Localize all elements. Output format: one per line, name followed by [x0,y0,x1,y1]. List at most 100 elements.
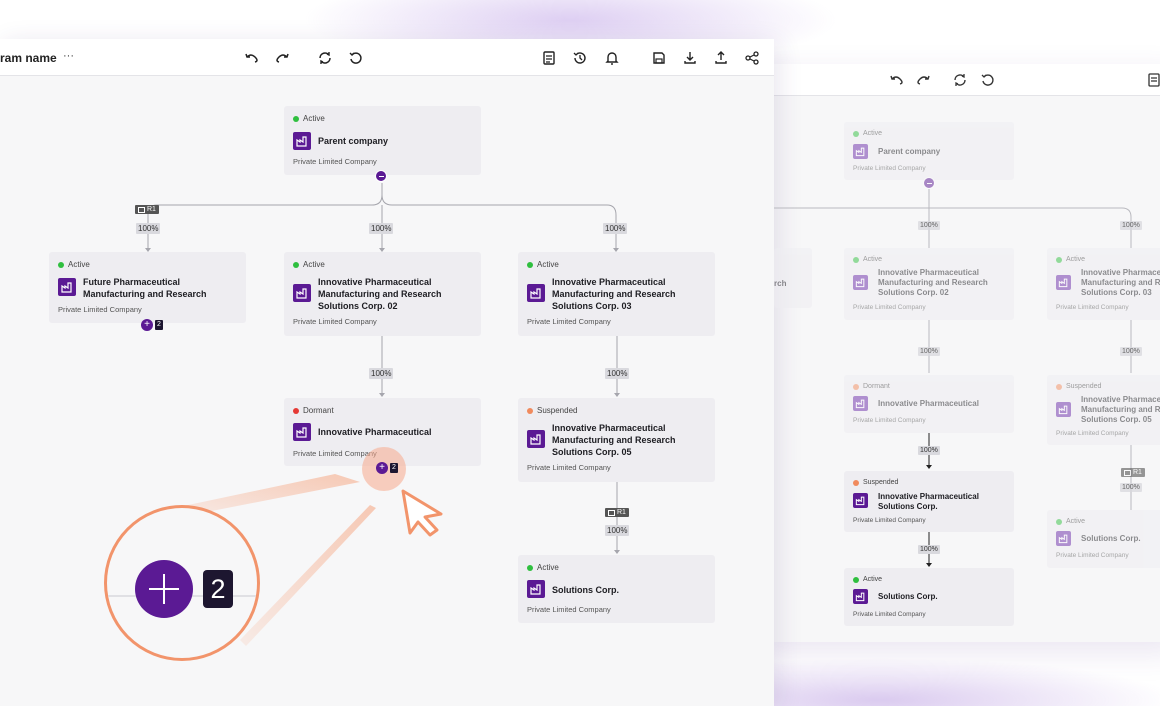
status-label: Suspended [1066,383,1102,390]
ownership-percent[interactable]: 100% [918,446,940,455]
zoom-magnifier: 2 [104,505,260,661]
node-name: Solutions Corp. [1081,534,1141,543]
node-name: Future Pharmaceutical Manufacturing and … [83,277,207,299]
company-icon [58,278,76,296]
ownership-percent[interactable]: 100% [603,223,628,234]
node-dormant-bg[interactable]: Dormant Innovative Pharmaceutical Privat… [844,375,1014,433]
company-icon [853,396,868,411]
status-label: Active [863,130,883,137]
node-future-pharmaceutical[interactable]: Active Future Pharmaceutical Manufacturi… [49,252,246,323]
magnified-children-count: 2 [203,570,233,608]
bell-icon[interactable] [604,50,620,66]
node-name: Innovative Pharmaceutical Manufacturing … [1081,395,1160,424]
ownership-percent[interactable]: 100% [918,347,940,356]
more-options-button[interactable]: ··· [63,50,74,62]
node-name: Innovative Pharmaceutical Manufacturing … [878,268,988,297]
node-name: Innovative Pharmaceutical Manufacturing … [552,423,676,457]
node-name: Parent company [878,147,941,156]
ownership-percent[interactable]: 100% [369,368,394,379]
node-type: Private Limited Company [853,165,926,172]
reset-icon[interactable] [980,72,996,88]
node-parent-company-bg[interactable]: Active Parent company Private Limited Co… [844,122,1014,180]
status-label: Active [863,256,883,263]
company-icon [1056,275,1071,290]
node-type: Private Limited Company [853,417,926,424]
undo-icon[interactable] [243,50,259,66]
node-type: Private Limited Company [1056,304,1129,311]
node-name: Innovative Pharmaceutical [878,399,979,408]
ownership-percent[interactable]: 100% [1120,347,1142,356]
node-type: Private Limited Company [527,317,611,326]
download-icon[interactable] [682,50,698,66]
node-corp-02[interactable]: Active Innovative Pharmaceutical Manufac… [284,252,481,336]
node-type: Private Limited Company [58,305,142,314]
node-solutions-bg[interactable]: Active Solutions Corp. Private Limited C… [844,568,1014,626]
relation-tag[interactable]: R1 [1121,468,1145,477]
ownership-percent[interactable]: 100% [136,223,161,234]
node-corp-03-bg[interactable]: Active Innovative Pharmaceutical Manufac… [1047,248,1160,320]
status-label: Active [1066,518,1086,525]
relation-icon [608,509,615,516]
save-icon[interactable] [651,50,667,66]
ownership-percent[interactable]: 100% [605,525,630,536]
company-icon [527,430,545,448]
node-parent-company[interactable]: Active Parent company Private Limited Co… [284,106,481,175]
redo-icon[interactable] [275,50,291,66]
node-corp-05-bg[interactable]: Suspended Innovative Pharmaceutical Manu… [1047,375,1160,445]
relation-tag[interactable]: R1 [135,205,159,214]
node-type: Private Limited Company [1056,430,1129,437]
node-status: Active [527,260,559,269]
relation-tag[interactable]: R1 [605,508,629,517]
node-name-partial: rch [774,279,787,288]
ownership-percent[interactable]: 100% [1120,221,1142,230]
collapse-button[interactable] [923,177,935,189]
status-label: Active [1066,256,1086,263]
status-dot-icon [527,564,533,571]
node-type: Private Limited Company [853,304,926,311]
status-label: Active [537,563,559,572]
node-status: Active [527,563,559,572]
diagram-title[interactable]: ram name [0,51,57,65]
node-suspended-solutions-bg[interactable]: Suspended Innovative Pharmaceutical Solu… [844,471,1014,532]
node-status: Active [293,114,325,123]
node-status: Active [1056,518,1085,525]
status-label: Dormant [863,383,890,390]
node-status: Dormant [293,406,334,415]
ownership-percent[interactable]: 100% [1120,483,1142,492]
node-status: Active [853,130,882,137]
ownership-percent[interactable]: 100% [369,223,394,234]
history-icon[interactable] [572,50,588,66]
company-icon [527,284,545,302]
status-dot-icon [58,261,64,268]
reset-icon[interactable] [348,50,364,66]
node-corp-05[interactable]: Suspended Innovative Pharmaceutical Manu… [518,398,715,482]
node-solutions-bg-right[interactable]: Active Solutions Corp. Private Limited C… [1047,510,1160,568]
node-solutions-corp[interactable]: Active Solutions Corp. Private Limited C… [518,555,715,623]
node-name: Innovative Pharmaceutical Manufacturing … [552,277,676,311]
node-name: Solutions Corp. [878,592,938,601]
refresh-icon[interactable] [317,50,333,66]
company-icon [293,423,311,441]
status-dot-icon [293,261,299,268]
node-corp-03[interactable]: Active Innovative Pharmaceutical Manufac… [518,252,715,336]
share-icon[interactable] [744,50,760,66]
node-corp-02-bg[interactable]: Active Innovative Pharmaceutical Manufac… [844,248,1014,320]
node-name: Parent company [318,136,389,146]
undo-icon[interactable] [888,72,904,88]
node-partial-bg[interactable]: rch [774,248,812,308]
status-dot-icon [293,407,299,414]
redo-icon[interactable] [916,72,932,88]
refresh-icon[interactable] [952,72,968,88]
expand-children-button[interactable]: + 2 [141,319,163,331]
collapse-button[interactable] [375,170,387,182]
notes-icon[interactable] [541,50,557,66]
node-type: Private Limited Company [293,317,377,326]
ownership-percent[interactable]: 100% [918,545,940,554]
relation-icon [138,206,145,213]
ownership-percent[interactable]: 100% [918,221,940,230]
notes-icon[interactable] [1146,72,1160,88]
upload-icon[interactable] [713,50,729,66]
ownership-percent[interactable]: 100% [605,368,630,379]
node-type: Private Limited Company [853,517,926,524]
expand-children-button[interactable]: + 2 [376,462,398,474]
